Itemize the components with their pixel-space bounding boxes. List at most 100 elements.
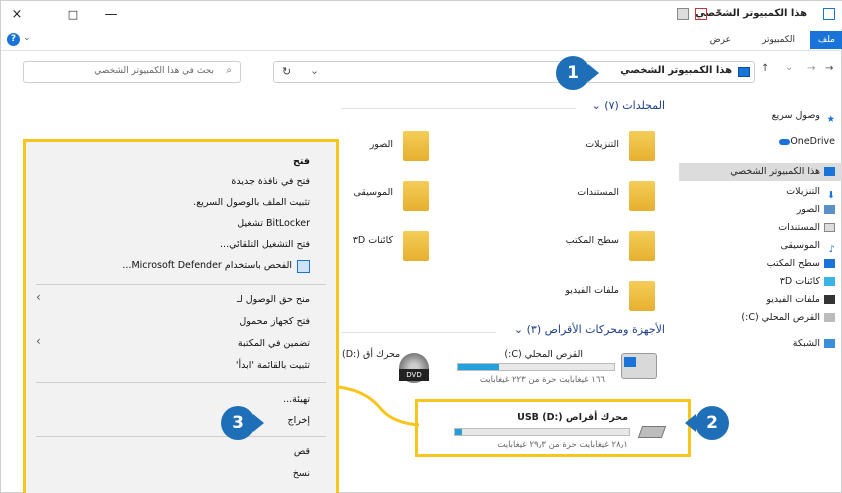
sidebar-item-local-disk[interactable]: القرص المحلي (C:)	[741, 309, 835, 327]
sidebar-item-pictures[interactable]: الصور	[797, 201, 835, 219]
defender-shield-icon	[297, 260, 310, 273]
video-icon	[824, 295, 835, 304]
maximize-button[interactable]: □	[61, 5, 85, 25]
sidebar-item-desktop[interactable]: سطح المكتب	[767, 255, 835, 273]
drive-usb-usage-bar	[454, 428, 630, 436]
documents-icon	[824, 223, 835, 232]
callout-pointer-3	[253, 414, 264, 432]
pictures-folder-icon[interactable]	[403, 131, 429, 161]
sidebar-item-downloads[interactable]: ⬇التنزيلات	[786, 183, 835, 201]
address-row: بحث في هذا الكمبيوتر الشخصي ⌕ ↻ ⌄ هذا ال…	[1, 59, 842, 87]
section-divider	[341, 108, 576, 109]
up-arrow-icon[interactable]: ↑	[761, 63, 769, 74]
drive-label-c[interactable]: القرص المحلي (C:)	[504, 349, 583, 360]
submenu-arrow-icon: ‹	[36, 290, 41, 304]
usb-drive-highlight[interactable]: محرك أقراص USB (D:) ٢٨٫١ غيغابايت حرة من…	[415, 399, 691, 457]
drive-usb-free-space: ٢٨٫١ غيغابايت حرة من ٢٩٫٣ غيغابايت	[497, 440, 628, 450]
drives-section-heading[interactable]: الأجهزة ومحركات الأقراص (٣) ⌄	[514, 323, 665, 336]
folder-label-desktop[interactable]: سطح المكتب	[566, 235, 619, 246]
close-button[interactable]: ×	[5, 5, 29, 25]
forward-arrow-icon[interactable]: →	[807, 63, 815, 74]
new-folder-icon[interactable]	[677, 8, 689, 20]
ribbon-expand-icon[interactable]: ⌄	[23, 33, 31, 43]
folder-label-music[interactable]: الموسيقى	[354, 187, 393, 198]
network-icon	[824, 339, 835, 348]
sidebar-item-onedrive[interactable]: OneDrive	[775, 133, 835, 151]
3d-objects-folder-icon[interactable]	[403, 231, 429, 261]
menu-item-open-portable[interactable]: فتح كجهاز محمول	[239, 316, 310, 327]
chevron-down-icon: ⌄	[513, 323, 524, 336]
address-dropdown-icon[interactable]: ⌄	[310, 64, 319, 77]
computer-icon	[738, 67, 750, 77]
drive-label-dvd[interactable]: (D:) محرك أق	[342, 349, 400, 360]
drive-icon	[824, 313, 835, 322]
sidebar-item-network[interactable]: الشبكة	[793, 335, 835, 353]
callout-badge-3: 3	[221, 406, 255, 440]
menu-item-autoplay[interactable]: فتح التشغيل التلقائي...	[220, 239, 310, 250]
help-icon[interactable]: ?	[7, 33, 20, 46]
dvd-label-icon: DVD	[399, 369, 429, 381]
tab-computer[interactable]: الكمبيوتر	[754, 31, 803, 49]
menu-item-include-library[interactable]: تضمين في المكتبة	[238, 338, 310, 349]
downloads-folder-icon[interactable]	[629, 131, 655, 161]
sidebar-item-music[interactable]: ♪الموسيقى	[781, 237, 835, 255]
quick-access-dropdown-icon[interactable]: ▾	[716, 7, 721, 17]
menu-separator	[36, 284, 326, 285]
window-title: هذا الكمبيوتر الشخصي	[695, 8, 807, 19]
callout-badge-2: 2	[695, 406, 729, 440]
music-folder-icon[interactable]	[403, 181, 429, 211]
callout-pointer-1	[588, 64, 599, 82]
menu-item-eject[interactable]: إخراج	[287, 415, 310, 426]
folder-label-downloads[interactable]: التنزيلات	[585, 139, 619, 150]
sidebar-item-quick-access[interactable]: ★وصول سريع	[772, 107, 835, 125]
address-path[interactable]: هذا الكمبيوتر الشخصي	[620, 65, 732, 76]
search-icon: ⌕	[226, 65, 232, 76]
submenu-arrow-icon: ‹	[36, 334, 41, 348]
ribbon: ? ⌄ ملف الكمبيوتر عرض	[1, 29, 842, 51]
tab-view[interactable]: عرض	[702, 31, 739, 49]
folder-label-documents[interactable]: المستندات	[577, 187, 619, 198]
sidebar-item-videos[interactable]: ملفات الفيديو	[766, 291, 835, 309]
sidebar-item-this-pc[interactable]: هذا الكمبيوتر الشخصي	[679, 163, 842, 181]
folder-label-videos[interactable]: ملفات الفيديو	[565, 285, 619, 296]
menu-item-pin-quick-access[interactable]: تثبيت الملف بالوصول السريع.	[193, 197, 310, 208]
recent-dropdown-icon[interactable]: ⌄	[785, 62, 793, 73]
drive-c-usage-bar	[457, 363, 615, 371]
menu-item-defender-scan[interactable]: الفحص باستخدام Microsoft Defender...	[122, 260, 292, 271]
navigation-pane: ★وصول سريع OneDrive هذا الكمبيوتر الشخصي…	[673, 97, 842, 397]
address-bar[interactable]: ↻ ⌄ هذا الكمبيوتر الشخصي	[273, 61, 755, 83]
menu-item-give-access[interactable]: منح حق الوصول لـ	[237, 294, 310, 305]
tab-file[interactable]: ملف	[809, 31, 842, 49]
menu-item-copy[interactable]: نسخ	[293, 468, 310, 479]
folders-section-heading[interactable]: المجلدات (٧) ⌄	[592, 99, 665, 112]
minimize-button[interactable]: —	[99, 5, 123, 25]
menu-item-open-new-window[interactable]: فتح في نافذة جديدة	[231, 176, 310, 187]
context-menu: فتح فتح في نافذة جديدة تثبيت الملف بالوص…	[23, 139, 339, 493]
menu-item-open[interactable]: فتح	[293, 156, 310, 167]
menu-item-pin-start[interactable]: تثبيت بالقائمة 'ابدأ'	[236, 360, 310, 371]
sidebar-item-3d-objects[interactable]: كائنات ٣D	[780, 273, 835, 291]
title-bar: × □ — هذا الكمبيوتر الشخصي ▾	[1, 1, 842, 29]
menu-item-bitlocker[interactable]: تشغيل BitLocker	[237, 218, 310, 229]
search-box[interactable]: بحث في هذا الكمبيوتر الشخصي ⌕	[23, 61, 241, 83]
refresh-icon[interactable]: ↻	[282, 65, 291, 78]
music-icon: ♪	[828, 244, 835, 255]
desktop-folder-icon[interactable]	[629, 231, 655, 261]
download-icon: ⬇	[827, 190, 835, 201]
documents-folder-icon[interactable]	[629, 181, 655, 211]
computer-icon	[824, 167, 835, 176]
folder-label-pictures[interactable]: الصور	[370, 139, 393, 150]
section-divider	[341, 332, 496, 333]
videos-folder-icon[interactable]	[629, 281, 655, 311]
properties-icon[interactable]	[695, 8, 707, 20]
menu-item-cut[interactable]: قص	[294, 446, 310, 457]
local-disk-icon[interactable]	[621, 353, 657, 379]
search-input[interactable]: بحث في هذا الكمبيوتر الشخصي	[94, 66, 214, 76]
drive-c-free-space: ١٦٦ غيغابايت حرة من ٢٢٣ غيغابايت	[479, 375, 605, 385]
menu-item-format[interactable]: تهيئة...	[283, 394, 310, 405]
folder-label-3d-objects[interactable]: كائنات ٣D	[353, 235, 393, 246]
back-arrow-icon[interactable]: →	[825, 63, 833, 74]
sidebar-item-documents[interactable]: المستندات	[778, 219, 835, 237]
drive-label-usb[interactable]: محرك أقراص USB (D:)	[517, 412, 628, 423]
callout-pointer-2	[685, 414, 696, 432]
